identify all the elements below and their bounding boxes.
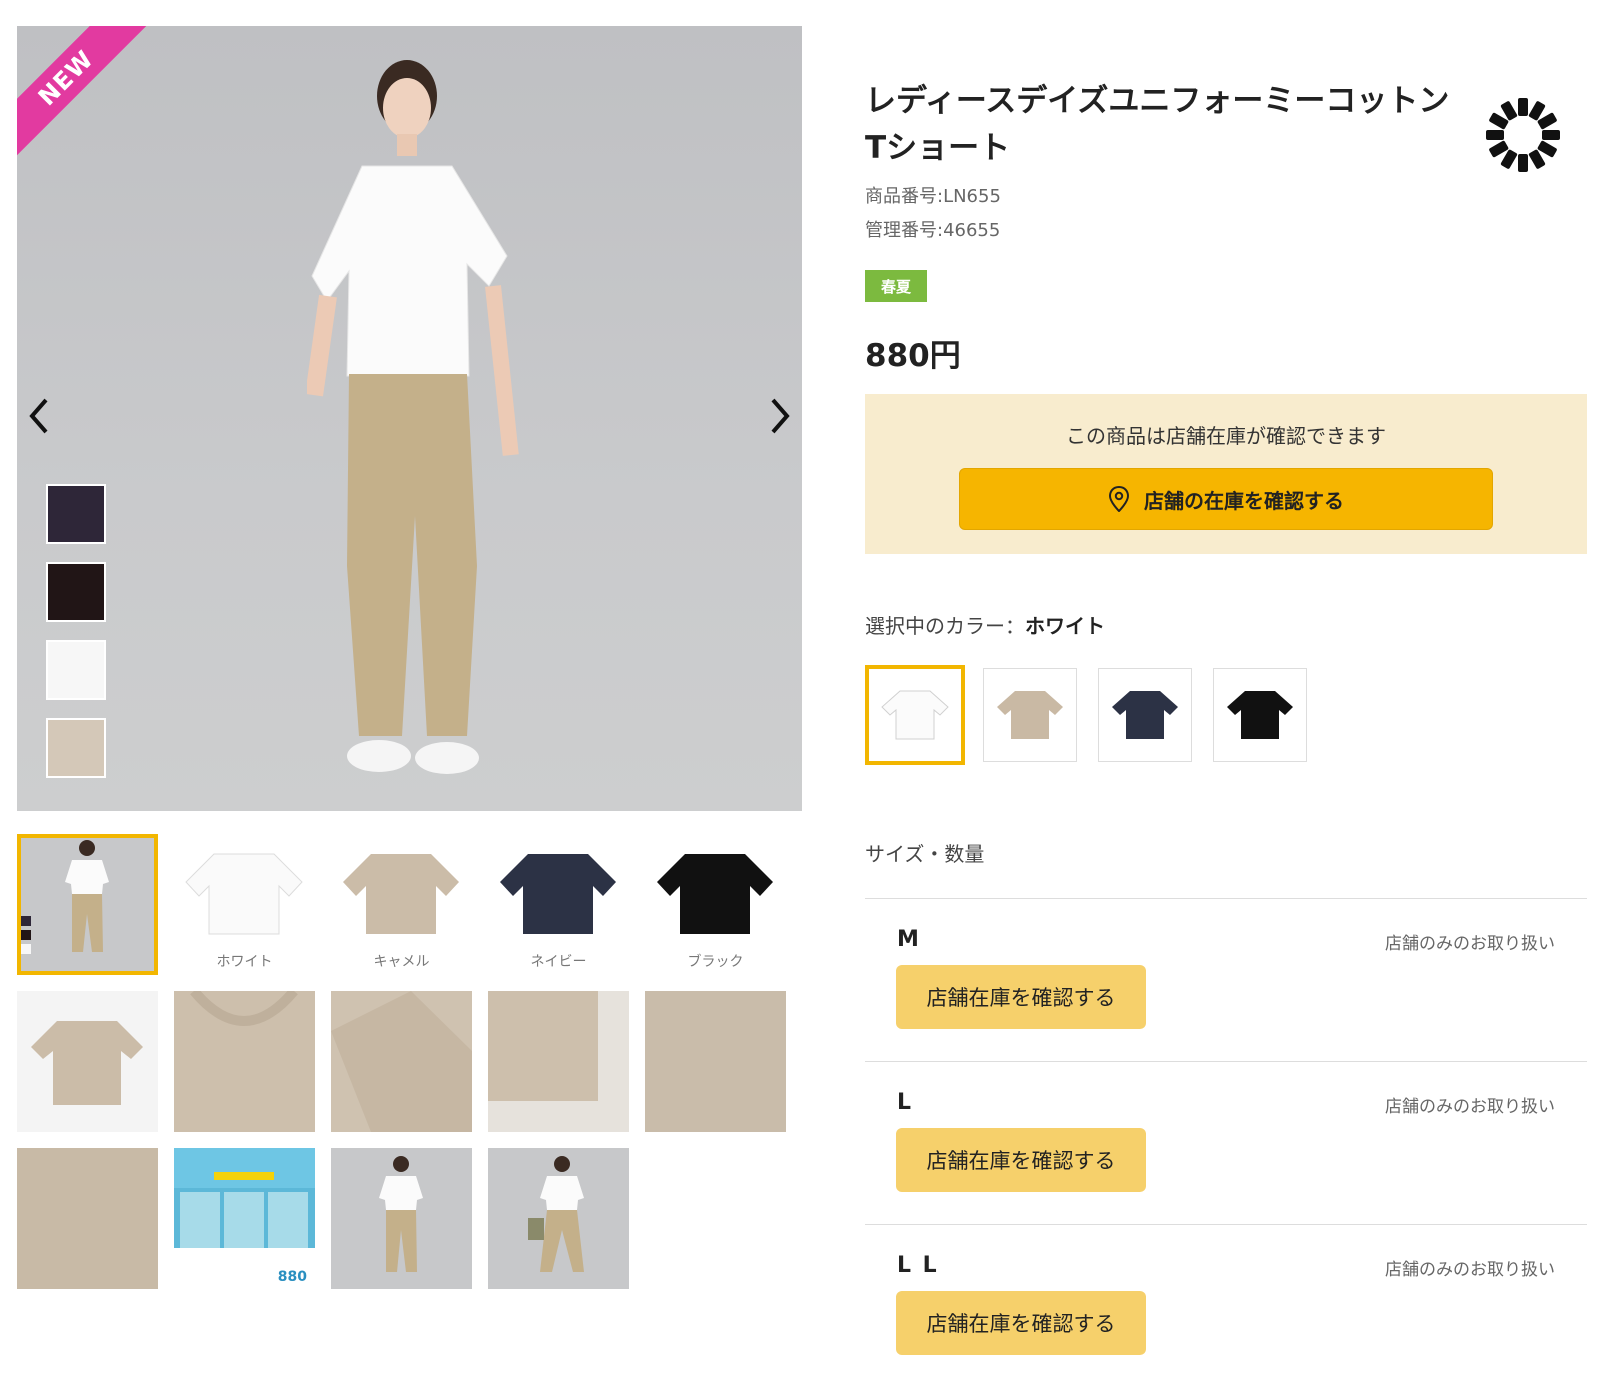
thumbnail-white[interactable]: ホワイト [174, 834, 315, 975]
next-image-button[interactable] [758, 386, 802, 446]
check-store-stock-label: 店舗の在庫を確認する [1144, 488, 1344, 513]
swatch-beige[interactable] [46, 718, 106, 778]
selected-color-prefix: 選択中のカラー： [865, 614, 1025, 638]
thumbnail-label: ホワイト [216, 954, 273, 970]
swatch-brown[interactable] [46, 562, 106, 622]
check-size-stock-button[interactable]: 店舗在庫を確認する [896, 965, 1146, 1029]
size-name: M [897, 927, 921, 952]
product-number: 商品番号:LN655 [865, 186, 1001, 207]
thumbnail-camel-flat[interactable] [17, 991, 158, 1132]
size-row-l: L 店舗のみのお取り扱い 店舗在庫を確認する [865, 1061, 1587, 1224]
chevron-left-icon [29, 398, 48, 434]
store-stock-message: この商品は店舗在庫が確認できます [1066, 424, 1386, 448]
product-price: 880円 [865, 338, 961, 374]
color-option-white[interactable] [865, 665, 965, 765]
product-title-line2: Tショート [865, 129, 1011, 166]
thumbnail-sleeve-detail[interactable] [331, 991, 472, 1132]
main-image-swatches [46, 484, 106, 796]
thumbnail-label: ブラック [687, 954, 744, 970]
thumbnail-label: ネイビー [530, 954, 587, 970]
swatch-purple[interactable] [46, 484, 106, 544]
selected-color-name: ホワイト [1025, 614, 1105, 638]
thumbnail-promo-banner[interactable]: 880 [174, 1148, 315, 1289]
location-pin-icon [1108, 486, 1130, 512]
thumbnail-navy[interactable]: ネイビー [488, 834, 629, 975]
management-number: 管理番号:46655 [865, 220, 1001, 241]
size-row-ll: L L 店舗のみのお取り扱い 店舗在庫を確認する [865, 1224, 1587, 1374]
color-option-black[interactable] [1213, 668, 1307, 762]
thumbnail-model-standing[interactable] [331, 1148, 472, 1289]
thumbnail-collar-detail[interactable] [174, 991, 315, 1132]
thumbnail-fabric-texture[interactable] [17, 1148, 158, 1289]
check-size-stock-button[interactable]: 店舗在庫を確認する [896, 1291, 1146, 1355]
size-name: L [897, 1090, 914, 1115]
size-availability-note: 店舗のみのお取り扱い [1385, 934, 1555, 954]
check-store-stock-button[interactable]: 店舗の在庫を確認する [959, 468, 1493, 530]
previous-image-button[interactable] [17, 386, 61, 446]
selected-color-label: 選択中のカラー：ホワイト [865, 610, 1105, 639]
promo-price: 880 [277, 1269, 307, 1285]
product-title: レディースデイズユニフォーミーコットン Tショート [865, 78, 1465, 171]
model-photo [307, 60, 519, 774]
product-title-line1: レディースデイズユニフォーミーコットン [865, 83, 1450, 119]
swatch-white[interactable] [46, 640, 106, 700]
color-option-navy[interactable] [1098, 668, 1192, 762]
check-size-stock-button[interactable]: 店舗在庫を確認する [896, 1128, 1146, 1192]
chevron-right-icon [771, 398, 790, 434]
size-row-m: M 店舗のみのお取り扱い 店舗在庫を確認する [865, 898, 1587, 1061]
main-product-image[interactable]: NEW [17, 26, 802, 811]
thumbnail-camel[interactable]: キャメル [331, 834, 472, 975]
thumbnail-label: キャメル [373, 954, 430, 970]
thumbnail-fabric-detail[interactable] [645, 991, 786, 1132]
size-availability-note: 店舗のみのお取り扱い [1385, 1260, 1555, 1280]
size-availability-note: 店舗のみのお取り扱い [1385, 1097, 1555, 1117]
thumbnail-model-walking[interactable] [488, 1148, 629, 1289]
size-name: L L [897, 1253, 939, 1278]
season-badge: 春夏 [865, 270, 927, 302]
color-option-camel[interactable] [983, 668, 1077, 762]
thumbnail-black[interactable]: ブラック [645, 834, 786, 975]
new-badge: NEW [17, 26, 148, 160]
loading-spinner-icon [1486, 98, 1560, 172]
thumbnail-model-front[interactable] [17, 834, 158, 975]
store-stock-panel: この商品は店舗在庫が確認できます 店舗の在庫を確認する [865, 394, 1587, 554]
size-quantity-heading: サイズ・数量 [865, 842, 985, 866]
thumbnail-hem-detail[interactable] [488, 991, 629, 1132]
